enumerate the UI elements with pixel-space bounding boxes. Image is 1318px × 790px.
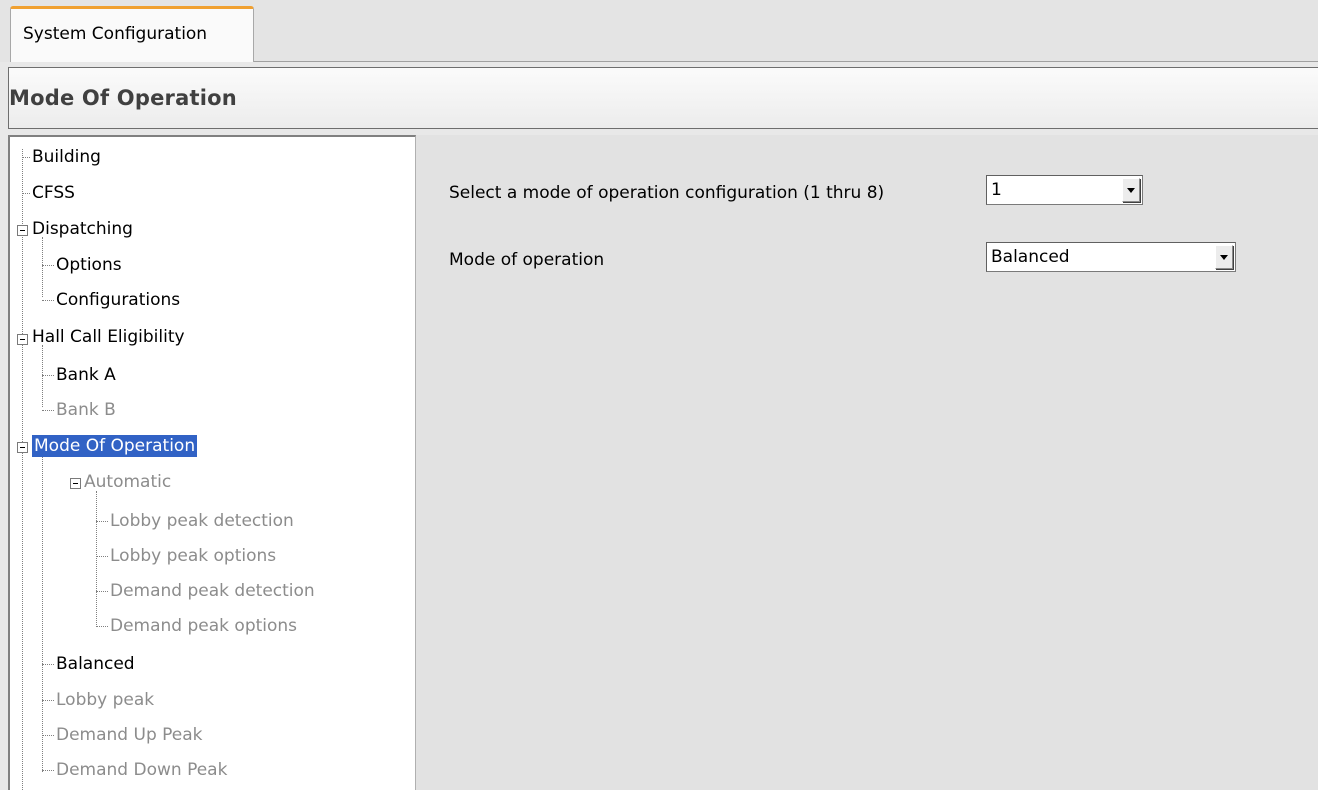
page-title: Mode Of Operation — [9, 86, 237, 110]
tree-connector — [42, 345, 43, 407]
navigation-tree-panel[interactable]: Building CFSS Dispatching Options Config… — [8, 135, 416, 790]
tree-connector — [96, 491, 97, 625]
tab-strip: System Configuration — [0, 0, 1318, 62]
chevron-down-icon[interactable] — [1215, 245, 1233, 269]
tree-item-lobby-peak-options[interactable]: Lobby peak options — [110, 542, 276, 570]
chevron-down-icon[interactable] — [1122, 178, 1140, 202]
tree-connector — [96, 556, 108, 557]
collapse-icon[interactable] — [70, 478, 81, 489]
tree-item-label: Bank A — [56, 365, 116, 385]
tree-connector — [42, 454, 43, 772]
tree-item-label: Dispatching — [32, 219, 133, 239]
tree-connector — [42, 237, 43, 297]
tree-item-label: CFSS — [32, 183, 75, 203]
mode-select-label: Mode of operation — [449, 250, 605, 270]
tree-item-label: Lobby peak detection — [110, 511, 294, 531]
tree-item-demand-up-peak[interactable]: Demand Up Peak — [56, 721, 203, 749]
tree-item-label: Bank B — [56, 400, 116, 420]
tree-item-label: Lobby peak — [56, 690, 155, 710]
tree-connector — [96, 591, 108, 592]
tree-item-lobby-peak[interactable]: Lobby peak — [56, 686, 154, 714]
tree-item-label: Configurations — [56, 290, 181, 310]
tree-item-label: Building — [32, 147, 101, 167]
tree-item-bank-b[interactable]: Bank B — [56, 396, 116, 424]
tree-item-cfss[interactable]: CFSS — [32, 179, 75, 207]
tree-connector — [22, 149, 23, 790]
tree-item-hall-call-eligibility[interactable]: Hall Call Eligibility — [32, 323, 185, 351]
tree-item-balanced[interactable]: Balanced — [56, 650, 135, 678]
tree-item-label: Demand Down Peak — [56, 760, 228, 780]
tree-item-label: Automatic — [84, 472, 172, 492]
page-header: Mode Of Operation — [8, 67, 1318, 129]
tab-divider — [254, 61, 1318, 62]
tree-item-label: Demand peak detection — [110, 581, 315, 601]
tree-connector — [42, 664, 54, 665]
tree-connector — [42, 700, 54, 701]
tree-item-demand-peak-options[interactable]: Demand peak options — [110, 612, 297, 640]
tree-connector — [42, 410, 54, 411]
tree-item-mode-of-operation[interactable]: Mode Of Operation — [32, 432, 198, 460]
tree-item-demand-peak-detection[interactable]: Demand peak detection — [110, 577, 315, 605]
tree-item-label: Demand peak options — [110, 616, 298, 636]
tree-connector — [42, 265, 54, 266]
tree-connector — [22, 193, 30, 194]
tab-system-configuration[interactable]: System Configuration — [10, 6, 254, 62]
collapse-icon[interactable] — [17, 334, 28, 345]
settings-panel: Select a mode of operation configuration… — [416, 135, 1318, 790]
tree-item-lobby-peak-detection[interactable]: Lobby peak detection — [110, 507, 294, 535]
tree-item-label: Balanced — [56, 654, 135, 674]
mode-of-operation-value: Balanced — [991, 247, 1070, 267]
navigation-tree: Building CFSS Dispatching Options Config… — [10, 137, 415, 790]
tab-label: System Configuration — [23, 24, 208, 44]
tree-item-label: Mode Of Operation — [32, 435, 198, 457]
tree-item-label: Options — [56, 255, 122, 275]
tree-item-dispatching[interactable]: Dispatching — [32, 215, 133, 243]
tree-item-automatic[interactable]: Automatic — [84, 468, 171, 496]
tree-item-label: Hall Call Eligibility — [32, 327, 185, 347]
tree-item-configurations[interactable]: Configurations — [56, 286, 180, 314]
tree-connector — [42, 735, 54, 736]
tree-item-label: Lobby peak options — [110, 546, 277, 566]
tree-connector — [96, 521, 108, 522]
config-select-label: Select a mode of operation configuration… — [449, 183, 885, 203]
tree-item-label: Demand Up Peak — [56, 725, 203, 745]
config-number-value: 1 — [991, 180, 1002, 200]
tree-item-bank-a[interactable]: Bank A — [56, 361, 116, 389]
tree-item-demand-down-peak[interactable]: Demand Down Peak — [56, 756, 227, 784]
tree-item-options[interactable]: Options — [56, 251, 122, 279]
tree-connector — [96, 626, 108, 627]
collapse-icon[interactable] — [17, 225, 28, 236]
mode-of-operation-select[interactable]: Balanced — [986, 242, 1236, 272]
config-number-select[interactable]: 1 — [986, 175, 1143, 205]
tree-connector — [22, 157, 30, 158]
tree-connector — [42, 375, 54, 376]
collapse-icon[interactable] — [17, 442, 28, 453]
tree-connector — [42, 300, 54, 301]
tree-item-building[interactable]: Building — [32, 143, 101, 171]
tree-connector — [42, 770, 54, 771]
